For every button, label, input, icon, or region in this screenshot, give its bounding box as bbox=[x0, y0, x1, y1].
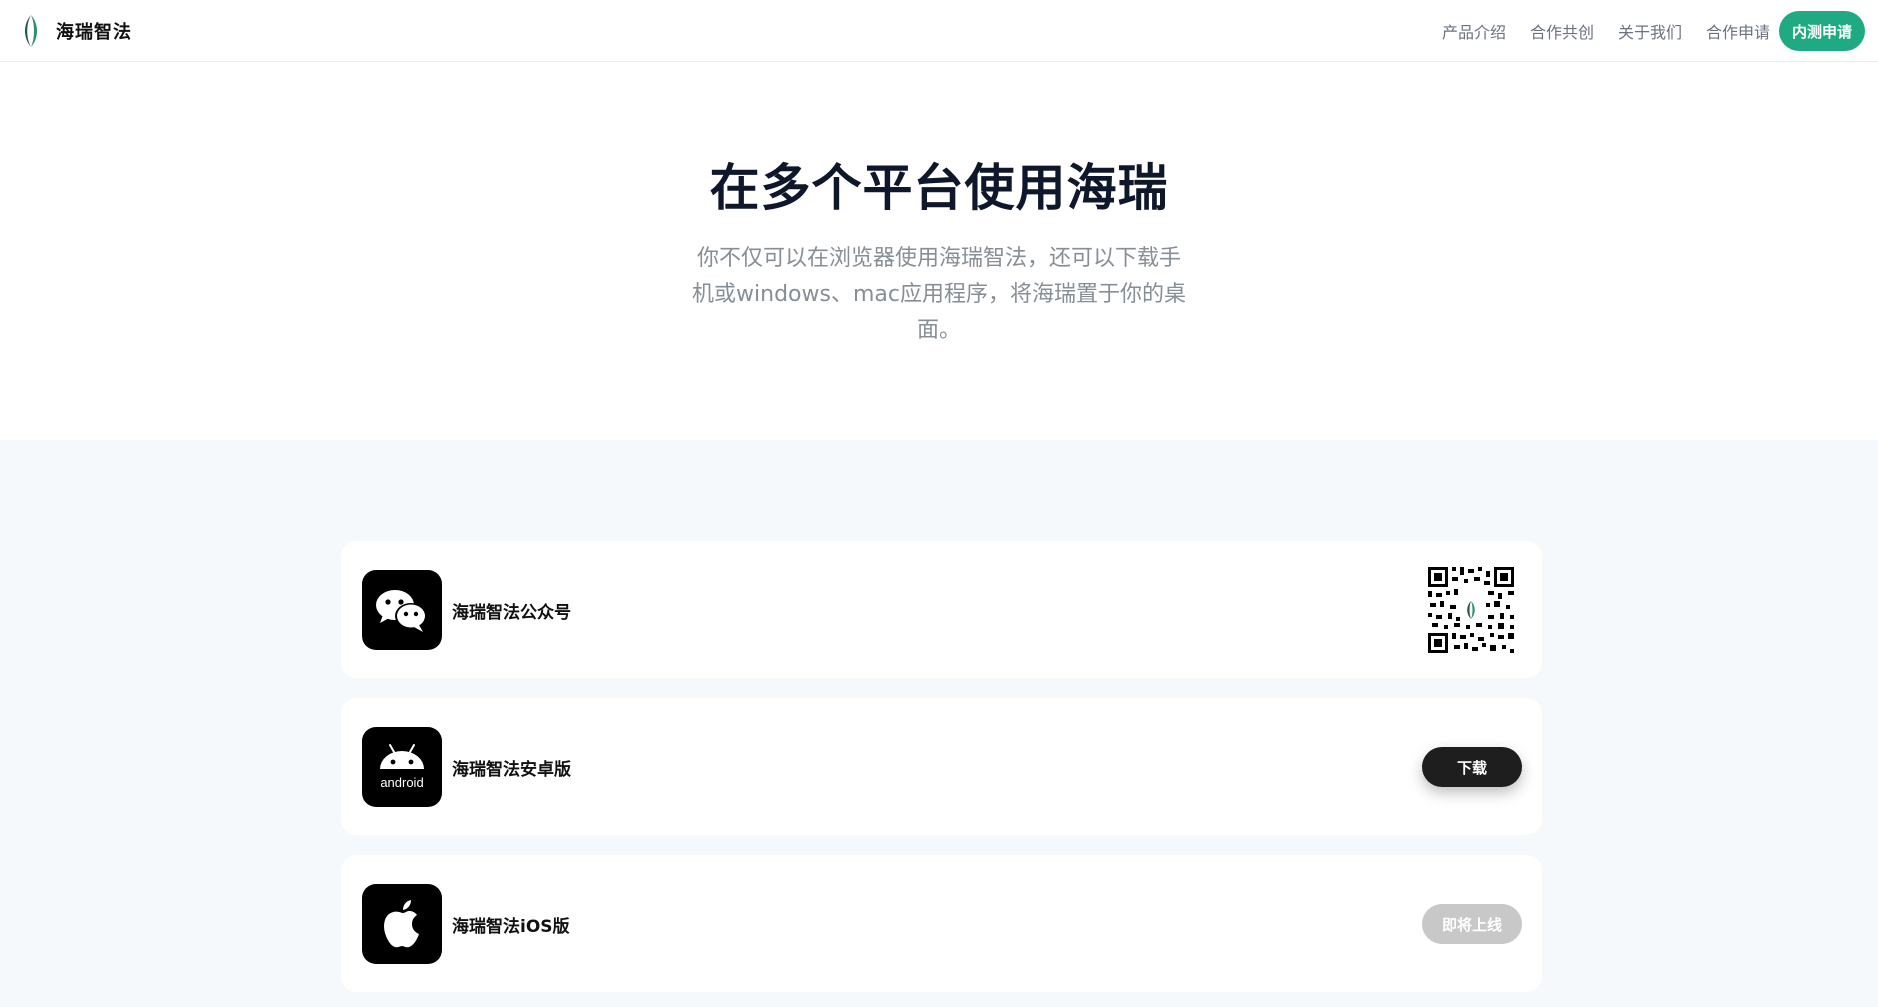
site-header: 海瑞智法 产品介绍 合作共创 关于我们 合作申请 内测申请 bbox=[0, 0, 1878, 62]
platform-label: 海瑞智法公众号 bbox=[452, 603, 571, 623]
nav-product-intro[interactable]: 产品介绍 bbox=[1442, 19, 1506, 43]
beta-apply-button[interactable]: 内测申请 bbox=[1779, 11, 1865, 51]
page-title: 在多个平台使用海瑞 bbox=[709, 159, 1169, 217]
platform-label: 海瑞智法安卓版 bbox=[452, 760, 571, 780]
nav-co-creation[interactable]: 合作共创 bbox=[1530, 19, 1594, 43]
android-download-button[interactable]: 下载 bbox=[1422, 747, 1522, 787]
wechat-icon bbox=[376, 590, 427, 632]
leaf-logo-icon bbox=[25, 15, 37, 47]
hero-section: 在多个平台使用海瑞 你不仅可以在浏览器使用海瑞智法，还可以下载手机或window… bbox=[0, 63, 1878, 440]
platform-card-ios: 海瑞智法iOS版 即将上线 bbox=[341, 855, 1542, 992]
page-description: 你不仅可以在浏览器使用海瑞智法，还可以下载手机或windows、mac应用程序，… bbox=[692, 246, 1186, 343]
android-app-icon: android bbox=[362, 727, 442, 807]
ios-app-icon bbox=[362, 884, 442, 964]
brand-name: 海瑞智法 bbox=[56, 22, 132, 43]
main-nav: 产品介绍 合作共创 关于我们 合作申请 bbox=[1442, 19, 1770, 43]
nav-partnership-apply[interactable]: 合作申请 bbox=[1706, 19, 1770, 43]
platform-label: 海瑞智法iOS版 bbox=[452, 917, 570, 937]
qr-code bbox=[1426, 565, 1516, 655]
platform-card-wechat: 海瑞智法公众号 bbox=[341, 541, 1542, 678]
android-icon: android bbox=[380, 744, 424, 790]
apple-icon bbox=[384, 900, 419, 948]
wechat-app-icon bbox=[362, 570, 442, 650]
android-wordmark: android bbox=[380, 775, 423, 790]
nav-about-us[interactable]: 关于我们 bbox=[1618, 19, 1682, 43]
platform-card-android: android 海瑞智法安卓版 下载 bbox=[341, 698, 1542, 835]
brand[interactable]: 海瑞智法 bbox=[20, 14, 132, 48]
ios-coming-soon-button: 即将上线 bbox=[1422, 904, 1522, 944]
